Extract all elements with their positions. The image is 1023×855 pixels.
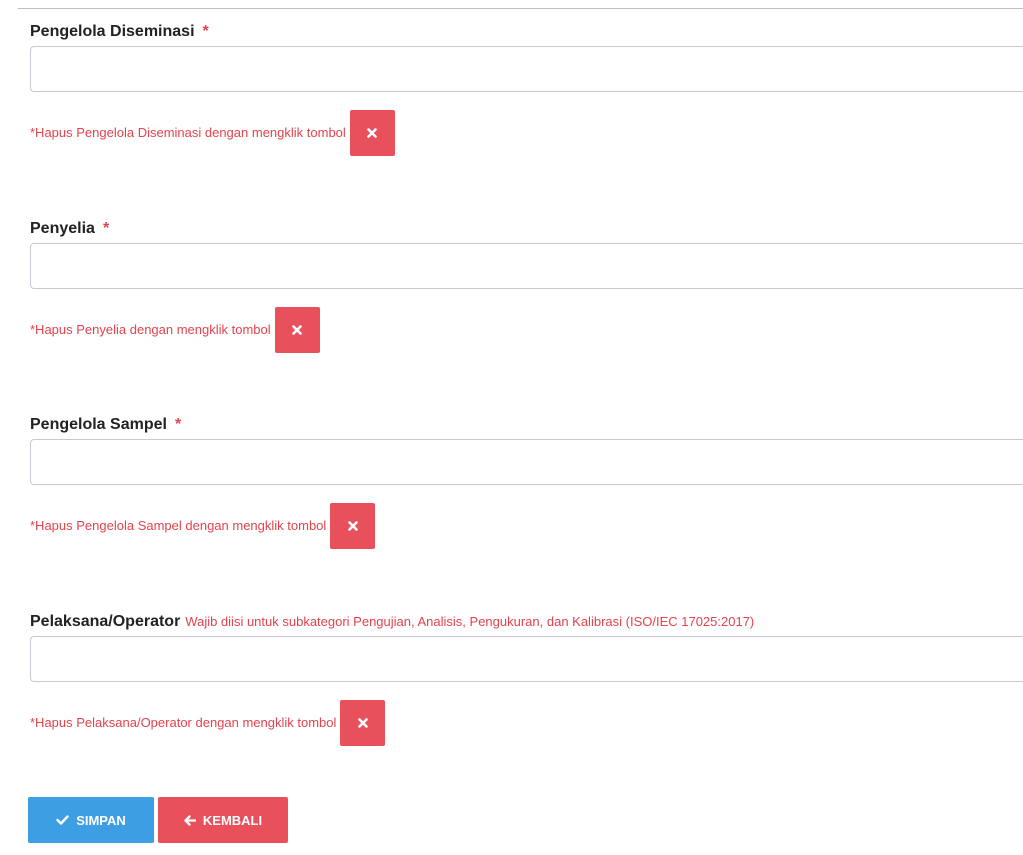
- delete-pelaksana-operator-button[interactable]: [340, 700, 386, 746]
- delete-pengelola-diseminasi-button[interactable]: [349, 110, 395, 156]
- field-label-text: Pengelola Diseminasi: [30, 23, 195, 40]
- pelaksana-operator-input[interactable]: [30, 636, 1023, 682]
- save-button[interactable]: SIMPAN: [28, 797, 154, 843]
- form-actions: SIMPAN KEMBALI: [28, 797, 288, 843]
- field-label: Pengelola Diseminasi *: [30, 22, 209, 42]
- delete-penyelia-button[interactable]: [274, 307, 320, 353]
- field-label: Penyelia *: [30, 219, 109, 239]
- required-indicator: *: [174, 416, 182, 433]
- field-note: Wajib diisi untuk subkategori Pengujian,…: [185, 614, 755, 629]
- delete-hint: *Hapus Pelaksana/Operator dengan mengkli…: [30, 700, 386, 746]
- field-label-text: Penyelia: [30, 220, 95, 237]
- back-button[interactable]: KEMBALI: [158, 797, 288, 843]
- delete-hint: *Hapus Pengelola Sampel dengan mengklik …: [30, 503, 376, 549]
- field-label-text: Pengelola Sampel: [30, 416, 167, 433]
- penyelia-input[interactable]: [30, 243, 1023, 289]
- required-indicator: *: [102, 220, 110, 237]
- field-label: Pelaksana/Operator Wajib diisi untuk subk…: [30, 612, 754, 632]
- form-page: Pengelola Diseminasi * *Hapus Pengelola D…: [0, 0, 1023, 855]
- save-button-label: SIMPAN: [76, 812, 126, 828]
- required-indicator: *: [202, 23, 209, 40]
- pengelola-sampel-input[interactable]: [30, 439, 1023, 485]
- times-icon: [367, 128, 378, 138]
- check-icon: [56, 815, 69, 825]
- top-divider: [18, 8, 1023, 9]
- delete-hint-text: *Hapus Pengelola Diseminasi dengan mengk…: [30, 125, 346, 140]
- times-icon: [347, 521, 358, 531]
- back-button-label: KEMBALI: [202, 812, 263, 828]
- times-icon: [292, 325, 302, 335]
- delete-hint-text: *Hapus Pelaksana/Operator dengan mengkli…: [30, 715, 337, 730]
- delete-hint: *Hapus Penyelia dengan mengklik tombol: [30, 307, 320, 353]
- field-label-text: Pelaksana/Operator: [30, 613, 181, 630]
- delete-hint-text: *Hapus Penyelia dengan mengklik tombol: [30, 322, 271, 337]
- delete-hint-text: *Hapus Pengelola Sampel dengan mengklik …: [30, 518, 327, 533]
- field-label: Pengelola Sampel *: [30, 415, 181, 435]
- arrow-left-icon: [184, 814, 196, 826]
- delete-hint: *Hapus Pengelola Diseminasi dengan mengk…: [30, 110, 395, 156]
- times-icon: [358, 718, 368, 728]
- pengelola-diseminasi-input[interactable]: [30, 46, 1023, 92]
- delete-pengelola-sampel-button[interactable]: [330, 503, 376, 549]
